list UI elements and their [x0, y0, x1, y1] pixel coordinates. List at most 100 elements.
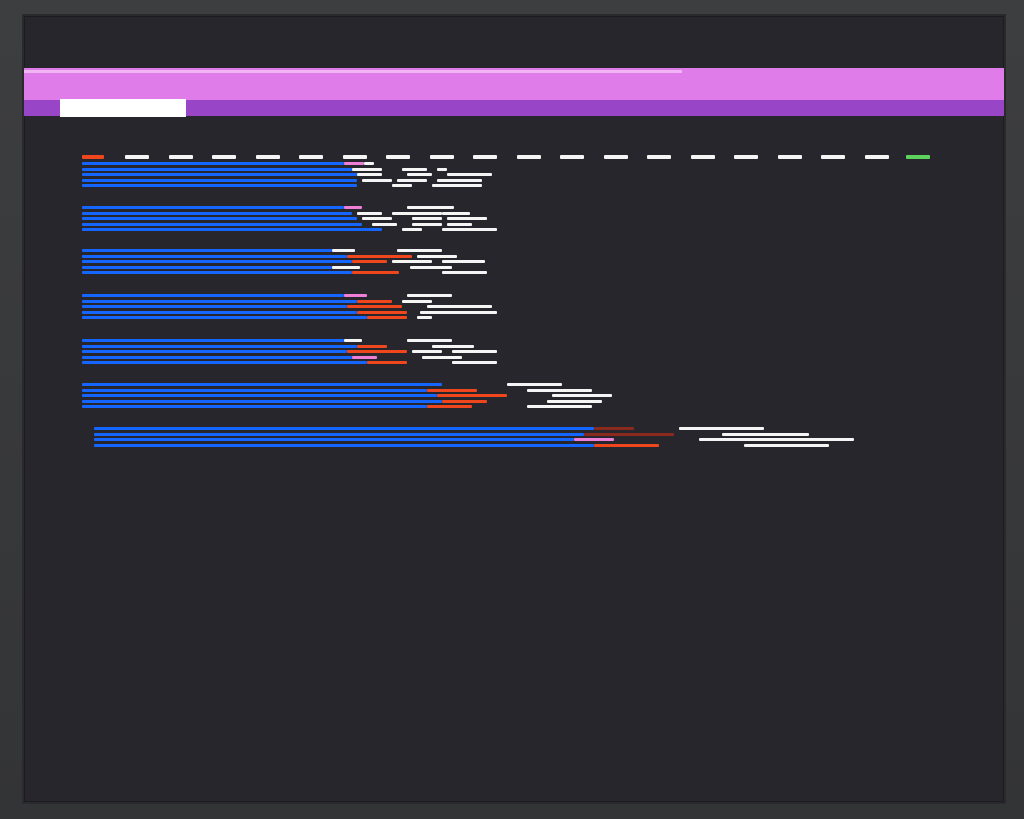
bar-segment	[437, 167, 447, 171]
bar-segment	[357, 344, 387, 348]
timeline-dash	[734, 155, 758, 159]
bar-segment	[447, 173, 492, 176]
bar-segment	[594, 443, 659, 447]
bar-segment	[82, 399, 442, 403]
bar-segment	[412, 222, 442, 226]
bar-segment	[427, 405, 472, 408]
bar-segment	[352, 167, 382, 171]
bar-segment	[412, 217, 442, 220]
bar-segment	[82, 361, 367, 364]
bar-segment	[679, 427, 764, 430]
bar-segment	[344, 339, 362, 342]
bar-segment	[442, 211, 470, 215]
bar-segment	[452, 350, 497, 353]
bar-segment	[407, 294, 452, 297]
bar-segment	[552, 394, 612, 397]
timeline-dash	[212, 155, 236, 159]
bar-segment	[417, 316, 432, 319]
bar-segment	[347, 305, 402, 308]
bar-segment	[94, 432, 584, 436]
bar-segment	[722, 432, 809, 436]
bar-segment	[402, 167, 427, 171]
bar-segment	[82, 162, 344, 165]
timeline-playfield	[24, 16, 1004, 802]
timeline-dash	[821, 155, 845, 159]
bar-segment	[407, 173, 432, 176]
timeline-dash	[864, 155, 889, 159]
bar-segment	[402, 228, 422, 231]
timeline-dash	[690, 155, 715, 159]
bar-segment	[357, 173, 382, 176]
bar-segment	[82, 350, 347, 353]
timeline-dash	[386, 155, 410, 159]
bar-segment	[82, 316, 367, 319]
bar-segment	[392, 211, 442, 215]
bar-segment	[347, 350, 407, 353]
bar-segment	[452, 305, 492, 308]
bar-segment	[422, 355, 462, 359]
bar-segment	[82, 299, 357, 303]
bar-segment	[82, 222, 362, 226]
bar-segment	[410, 265, 452, 269]
bar-segment	[507, 383, 562, 386]
bar-segment	[94, 438, 574, 441]
bar-segment	[402, 299, 432, 303]
bar-segment	[82, 167, 352, 171]
bar-segment	[344, 162, 364, 165]
bar-segment	[82, 265, 332, 269]
bar-segment	[357, 310, 407, 314]
bar-segment	[82, 211, 352, 215]
bar-segment	[82, 305, 347, 308]
bar-segment	[332, 265, 360, 269]
bar-segment	[447, 217, 487, 220]
game-screen	[24, 16, 1004, 802]
bar-segment	[332, 249, 355, 252]
bar-segment	[397, 178, 427, 182]
bar-segment	[362, 178, 392, 182]
timeline-dash	[168, 155, 193, 159]
bar-segment	[432, 184, 482, 187]
bar-segment	[407, 206, 454, 209]
bar-segment	[392, 260, 432, 263]
bar-segment	[442, 260, 485, 263]
timeline-dash	[473, 155, 497, 159]
bar-segment	[357, 211, 382, 215]
timeline-dash	[299, 155, 323, 159]
timeline-dash	[342, 155, 367, 159]
bar-segment	[344, 206, 362, 209]
bar-segment	[82, 388, 427, 392]
bar-segment	[372, 222, 397, 226]
bar-segment	[364, 162, 374, 165]
bar-segment	[82, 228, 382, 231]
timeline-end-marker	[906, 155, 930, 159]
timeline-dash	[603, 155, 628, 159]
bar-segment	[94, 443, 594, 447]
bar-segment	[82, 294, 344, 297]
timeline-dash	[777, 155, 802, 159]
bar-segment	[82, 173, 357, 176]
bar-segment	[392, 184, 412, 187]
bar-segment	[82, 184, 357, 187]
bar-segment	[427, 388, 477, 392]
bar-segment	[437, 178, 482, 182]
bar-segment	[82, 405, 427, 408]
bar-segment	[452, 310, 497, 314]
bar-segment	[442, 399, 487, 403]
bar-segment	[452, 361, 497, 364]
timeline-dash	[429, 155, 454, 159]
bar-segment	[442, 271, 487, 274]
bar-segment	[584, 432, 674, 436]
bar-segment	[367, 316, 407, 319]
bar-segment	[82, 271, 352, 274]
bar-segment	[442, 228, 497, 231]
bar-segment	[82, 394, 437, 397]
bar-segment	[82, 249, 332, 252]
bar-segment	[437, 394, 507, 397]
bar-segment	[527, 405, 592, 408]
bar-segment	[744, 443, 829, 447]
timeline-dash	[516, 155, 541, 159]
timeline-dash	[125, 155, 149, 159]
timeline-dash	[560, 155, 584, 159]
timeline-dash	[255, 155, 280, 159]
bar-segment	[594, 427, 634, 430]
